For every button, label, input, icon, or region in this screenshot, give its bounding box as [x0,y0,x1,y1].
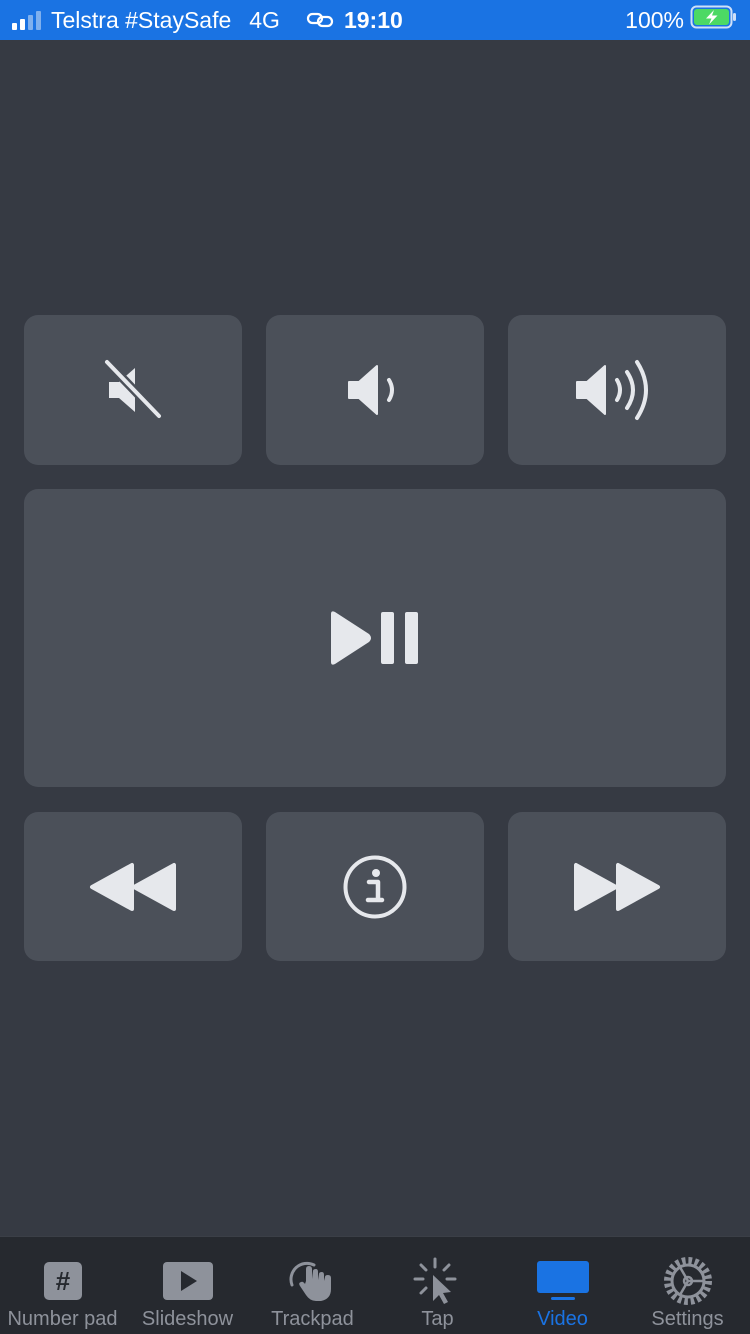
tab-label-slideshow: Slideshow [141,1308,234,1330]
tab-slideshow[interactable]: Slideshow [125,1237,250,1334]
number-pad-icon: # [43,1257,83,1305]
info-button[interactable] [266,812,484,961]
info-icon [343,855,407,918]
carrier-name: Telstra #StaySafe [51,6,232,33]
tab-label-settings: Settings [651,1308,724,1330]
tab-label-trackpad: Trackpad [271,1308,354,1330]
battery-percentage: 100% [625,6,684,33]
volume-down-button[interactable] [266,315,484,465]
slideshow-icon [162,1257,214,1305]
tab-number-pad[interactable]: # Number pad [0,1237,125,1334]
network-type: 4G [249,6,280,33]
volume-up-icon [576,360,648,420]
fast-forward-button[interactable] [508,812,726,961]
tab-label-tap: Tap [421,1308,454,1330]
tab-trackpad[interactable]: Trackpad [250,1237,375,1334]
tap-icon [413,1257,463,1305]
mute-button[interactable] [24,315,242,465]
play-pause-icon [331,611,418,665]
settings-icon [663,1257,712,1305]
tab-video[interactable]: Video [500,1237,625,1334]
volume-up-button[interactable] [508,315,726,465]
status-bar: Telstra #StaySafe 4G 19:10 100% [0,0,750,40]
tab-settings[interactable]: Settings [625,1237,750,1334]
link-icon [306,11,334,29]
play-pause-button[interactable] [24,489,726,787]
tab-label-number-pad: Number pad [7,1308,118,1330]
rewind-button[interactable] [24,812,242,961]
status-bar-right: 100% [625,0,738,40]
tab-tap[interactable]: Tap [375,1237,500,1334]
status-time: 19:10 [343,6,403,33]
status-bar-left: Telstra #StaySafe 4G 19:10 [12,0,403,40]
tab-label-video: Video [537,1308,588,1330]
signal-icon [12,10,41,30]
video-icon [535,1257,591,1305]
mute-icon [102,358,164,421]
rewind-icon [90,862,176,911]
svg-text:#: # [55,1266,70,1296]
fast-forward-icon [574,862,660,911]
tab-bar: # Number pad Slideshow Trackpad Tap Vide… [0,1236,750,1334]
trackpad-icon [288,1257,338,1305]
battery-charging-icon [690,4,738,36]
volume-down-icon [348,365,394,415]
